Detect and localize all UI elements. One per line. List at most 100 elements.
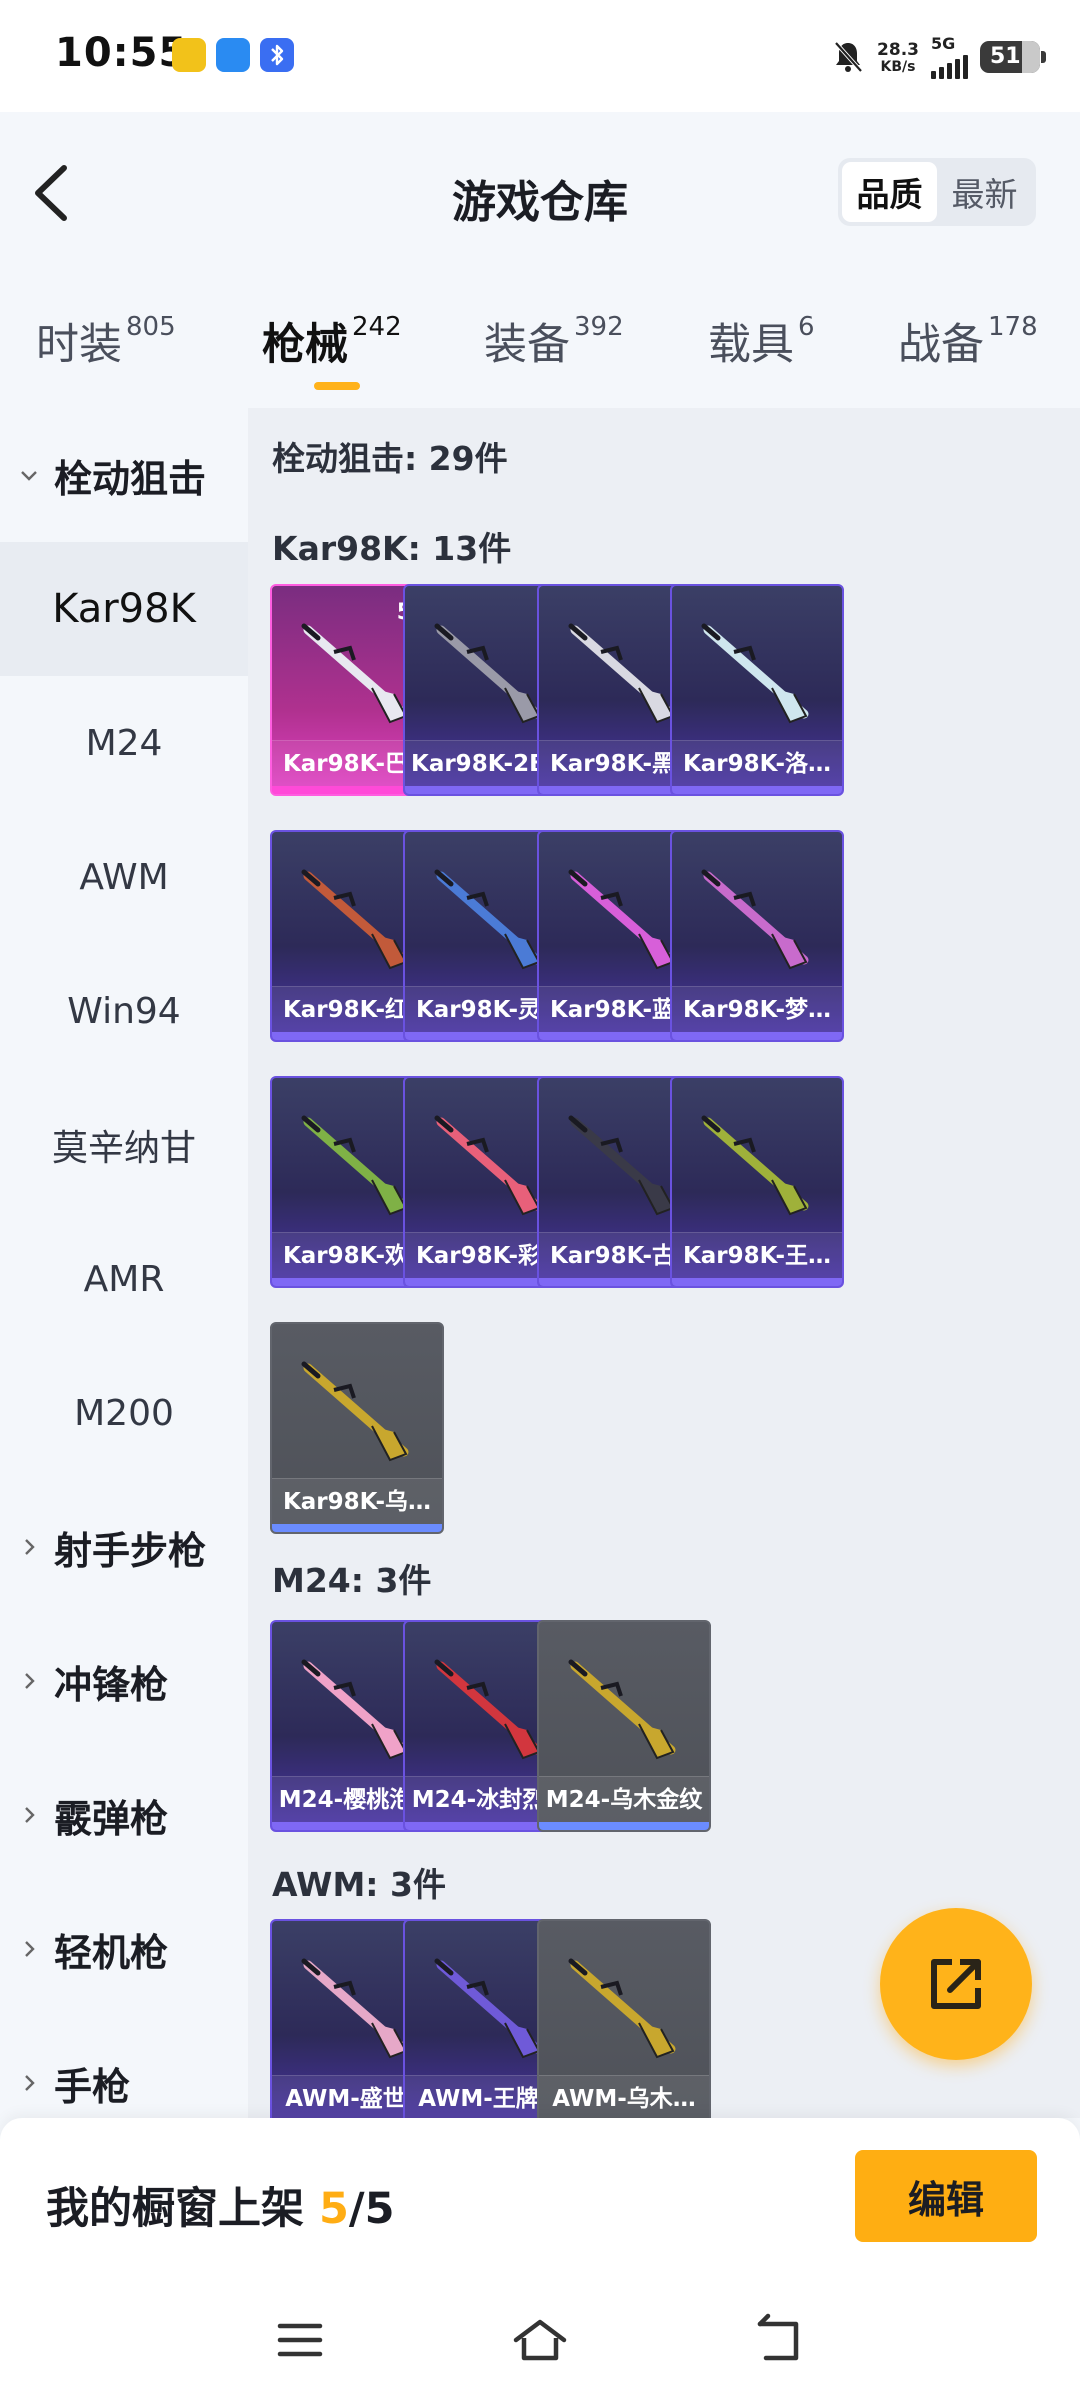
network-speed-value: 28.3 (877, 39, 919, 60)
rarity-bar (272, 1524, 442, 1532)
cell-signal: 5G (931, 34, 968, 79)
weapon-skin-icon (701, 869, 809, 970)
chevron-right-icon (25, 1539, 35, 1555)
tab-count: 6 (798, 312, 815, 342)
weapon-skin-icon (568, 1958, 676, 2059)
weapon-grid-panel: 栓动狙击: 29件 Kar98K: 13件 M24: 3件 AWM: 3件 5级… (248, 408, 1080, 2118)
rarity-bar (539, 1822, 709, 1830)
share-button[interactable] (880, 1908, 1032, 2060)
weapon-skin-icon (701, 1115, 809, 1216)
share-external-icon (931, 1959, 981, 2009)
section-title-m24: M24: 3件 (272, 1561, 432, 1600)
tab-equipment[interactable]: 装备 392 (484, 310, 624, 372)
weapon-skin-icon (701, 623, 809, 724)
tab-count: 242 (352, 312, 402, 342)
battery-icon: 51 (980, 40, 1046, 73)
network-speed-unit: KB/s (880, 58, 916, 75)
tab-count: 805 (126, 312, 176, 342)
tab-label: 载具 (708, 320, 794, 370)
tab-vehicles[interactable]: 载具 6 (708, 310, 815, 372)
sidebar-group-bolt-action[interactable]: 栓动狙击 (0, 408, 248, 542)
weapon-card[interactable]: AWM-乌木… (537, 1919, 711, 2118)
tab-firearms[interactable]: 枪械 242 (262, 310, 402, 390)
battery-level: 51 (990, 44, 1021, 69)
sidebar-group-label: 手枪 (54, 2064, 131, 2109)
app-root: 10:55 28.3 KB/s 5G 51 游戏仓库 品质 最新 时装 805 … (0, 0, 1080, 2400)
showcase-label: 我的橱窗上架 (46, 2184, 304, 2234)
weapon-card-label: Kar98K-王… (672, 1232, 842, 1278)
sidebar-item-amr[interactable]: AMR (0, 1212, 248, 1346)
network-type: 5G (931, 34, 956, 53)
weapon-card-label: Kar98K-梦… (672, 986, 842, 1032)
showcase-status: 我的橱窗上架 5/5 (46, 2174, 395, 2236)
sidebar-item-mosin[interactable]: 莫辛纳甘 (0, 1078, 248, 1212)
sidebar-item-m200[interactable]: M200 (0, 1346, 248, 1480)
weapon-card[interactable]: Kar98K-梦… (670, 830, 844, 1042)
sidebar-item-m24[interactable]: M24 (0, 676, 248, 810)
back-nav-icon[interactable] (748, 2312, 812, 2368)
active-tab-indicator (314, 382, 360, 390)
chevron-right-icon (25, 2075, 35, 2091)
sort-by-quality-button[interactable]: 品质 (842, 162, 937, 222)
section-title-kar98k: Kar98K: 13件 (272, 529, 512, 568)
signal-bars-icon (931, 53, 968, 79)
tab-label: 时装 (36, 320, 122, 370)
weapon-card[interactable]: M24-乌木金纹 (537, 1620, 711, 1832)
weapon-skin-icon (301, 1361, 409, 1462)
rarity-bar (672, 786, 842, 794)
weapon-card[interactable]: Kar98K-王… (670, 1076, 844, 1288)
chevron-down-icon (21, 471, 37, 481)
weapon-card[interactable]: Kar98K-乌… (270, 1322, 444, 1534)
showcase-current-count: 5 (318, 2184, 349, 2234)
showcase-panel: 我的橱窗上架 5/5 编辑 (0, 2118, 1080, 2400)
sidebar-item-win94[interactable]: Win94 (0, 944, 248, 1078)
sort-toggle: 品质 最新 (838, 158, 1036, 226)
group-summary: 栓动狙击: 29件 (272, 439, 508, 478)
section-title-awm: AWM: 3件 (272, 1865, 446, 1904)
showcase-separator: / (348, 2184, 365, 2234)
sidebar-group-shotgun[interactable]: 霰弹枪 (0, 1748, 248, 1882)
system-nav-bar (0, 2278, 1080, 2400)
edit-button[interactable]: 编辑 (855, 2150, 1037, 2242)
tab-count: 392 (574, 312, 624, 342)
weapon-card-label: M24-乌木金纹 (539, 1776, 709, 1822)
weapon-card-label: Kar98K-乌… (272, 1478, 442, 1524)
app-notification-icon (172, 38, 206, 72)
weapon-card[interactable]: Kar98K-洛… (670, 584, 844, 796)
sidebar-group-dmr[interactable]: 射手步枪 (0, 1480, 248, 1614)
sidebar-group-label: 冲锋枪 (54, 1662, 169, 1707)
weapon-skin-icon (568, 1659, 676, 1760)
weapon-type-sidebar: 栓动狙击 Kar98K M24 AWM Win94 莫辛纳甘 AMR M200 … (0, 408, 248, 2118)
showcase-total-count: 5 (364, 2184, 395, 2234)
tab-label: 装备 (484, 320, 570, 370)
weapon-card-label: Kar98K-洛… (672, 740, 842, 786)
chevron-right-icon (25, 1941, 35, 1957)
mute-bell-icon (834, 41, 863, 72)
sidebar-item-kar98k[interactable]: Kar98K (0, 542, 248, 676)
tab-supplies[interactable]: 战备 178 (898, 310, 1038, 372)
status-time: 10:55 (55, 30, 188, 76)
bluetooth-icon (260, 38, 294, 72)
sidebar-item-awm[interactable]: AWM (0, 810, 248, 944)
status-bar: 10:55 28.3 KB/s 5G 51 (0, 0, 1080, 112)
home-icon[interactable] (508, 2312, 572, 2368)
sidebar-group-smg[interactable]: 冲锋枪 (0, 1614, 248, 1748)
category-tabs: 时装 805 枪械 242 装备 392 载具 6 战备 178 (0, 300, 1080, 400)
sort-by-newest-button[interactable]: 最新 (937, 162, 1032, 222)
menu-icon[interactable] (268, 2312, 332, 2368)
status-right: 28.3 KB/s 5G 51 (831, 34, 1046, 79)
notification-icons (172, 38, 294, 72)
sidebar-group-label: 轻机枪 (54, 1930, 169, 1975)
tab-label: 枪械 (262, 320, 348, 370)
chevron-right-icon (25, 1807, 35, 1823)
sidebar-group-lmg[interactable]: 轻机枪 (0, 1882, 248, 2016)
rarity-bar (672, 1032, 842, 1040)
tab-count: 178 (988, 312, 1038, 342)
network-speed: 28.3 KB/s (877, 40, 919, 74)
app-notification-icon (216, 38, 250, 72)
sidebar-group-label: 栓动狙击 (54, 456, 207, 501)
rarity-bar (672, 1278, 842, 1286)
sidebar-group-label: 霰弹枪 (54, 1796, 169, 1841)
tab-label: 战备 (898, 320, 984, 370)
tab-outfits[interactable]: 时装 805 (36, 310, 176, 372)
